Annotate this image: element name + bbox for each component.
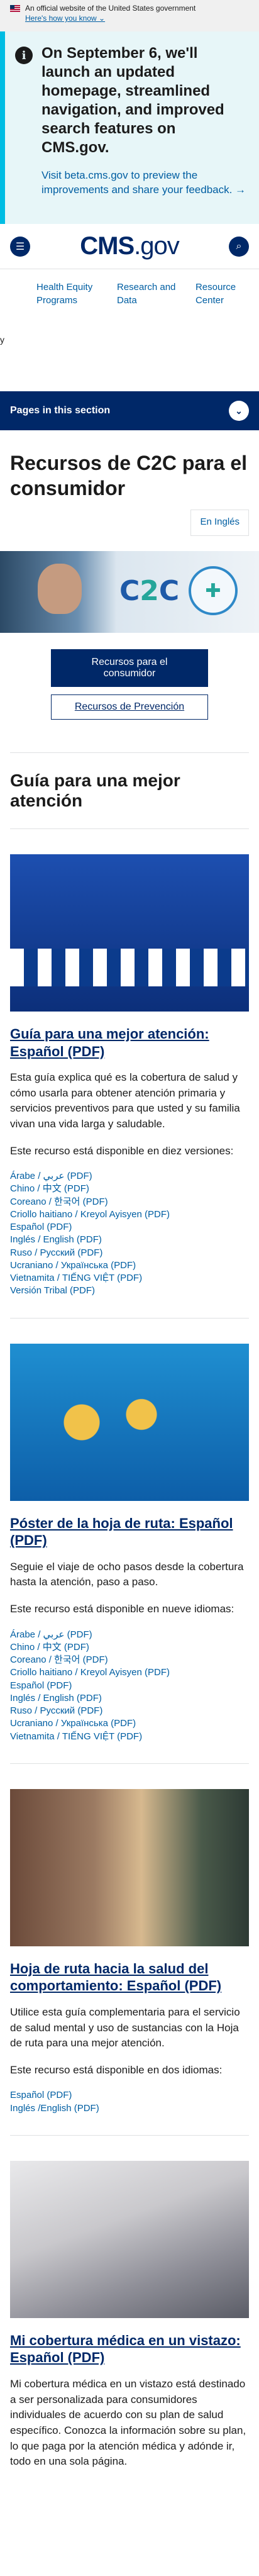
group-conversation-photo — [10, 1788, 249, 1946]
resource-card: Póster de la hoja de ruta: Español (PDF)… — [0, 1319, 259, 1763]
stray-text: y — [0, 335, 4, 345]
card-availability: Este recurso está disponible en diez ver… — [10, 1144, 234, 1157]
logo-suffix: .gov — [134, 232, 180, 260]
resource-card: Guía para una mejor atención: Español (P… — [0, 829, 259, 1318]
pdf-link[interactable]: Inglés /English (PDF) — [10, 2103, 99, 2114]
info-icon: i — [15, 47, 33, 64]
pdf-link[interactable]: Criollo haitiano / Kreyol Ayisyen (PDF) — [10, 1667, 170, 1678]
chevron-down-icon[interactable]: ⌄ — [229, 401, 249, 421]
card-description: Seguie el viaje de ocho pasos desde la c… — [10, 1560, 244, 1588]
pages-label: Pages in this section — [10, 405, 111, 416]
search-icon[interactable]: ⌕ — [229, 236, 249, 257]
pdf-link[interactable]: Inglés / English (PDF) — [10, 1693, 102, 1703]
card-title-link[interactable]: Hoja de ruta hacia la salud del comporta… — [10, 1961, 221, 1994]
cms-logo[interactable]: CMS.gov — [80, 232, 179, 260]
pdf-link[interactable]: Chino / 中文 (PDF) — [10, 1642, 89, 1653]
pages-in-section-bar[interactable]: Pages in this section ⌄ — [0, 391, 259, 430]
nav-research-data[interactable]: Research and Data — [117, 281, 178, 335]
pdf-link[interactable]: Coreano / 한국어 (PDF) — [10, 1654, 108, 1665]
hero-banner: C2C ✚ — [0, 551, 259, 633]
pdf-link[interactable]: Ruso / Русский (PDF) — [10, 1247, 102, 1258]
us-flag-icon — [10, 4, 20, 12]
primary-nav: Health Equity Programs Research and Data… — [0, 269, 259, 335]
woman-reading-photo — [10, 2160, 249, 2318]
pdf-link[interactable]: Criollo haitiano / Kreyol Ayisyen (PDF) — [10, 1209, 170, 1220]
pdf-link[interactable]: Coreano / 한국어 (PDF) — [10, 1196, 108, 1207]
alert-heading: On September 6, we'll launch an updated … — [41, 45, 224, 156]
logo-main: CMS — [80, 232, 135, 260]
pdf-link[interactable]: Versión Tribal (PDF) — [10, 1285, 95, 1296]
prevention-resources-button[interactable]: Recursos de Prevención — [51, 694, 208, 720]
nav-health-equity[interactable]: Health Equity Programs — [36, 281, 99, 335]
c2c-logo: C2C — [119, 575, 180, 607]
nav-resource-center[interactable]: Resource Center — [196, 281, 249, 335]
resource-card: Hoja de ruta hacia la salud del comporta… — [0, 1764, 259, 2135]
alert-link[interactable]: Visit beta.cms.gov to preview the improv… — [41, 169, 246, 196]
card-availability: Este recurso está disponible en nueve id… — [10, 1602, 234, 1615]
card-description: Esta guía explica qué es la cobertura de… — [10, 1071, 240, 1130]
pdf-link[interactable]: Ucraniano / Українська (PDF) — [10, 1260, 136, 1271]
pdf-link[interactable]: Español (PDF) — [10, 1680, 72, 1691]
pdf-link[interactable]: Español (PDF) — [10, 2090, 72, 2100]
menu-icon[interactable]: ☰ — [10, 236, 30, 257]
consumer-resources-button[interactable]: Recursos para el consumidor — [51, 649, 208, 687]
card-title-link[interactable]: Guía para una mejor atención: Español (P… — [10, 1026, 209, 1059]
pdf-link[interactable]: Árabe / عربي (PDF) — [10, 1629, 92, 1640]
english-version-button[interactable]: En Inglés — [190, 510, 249, 536]
pdf-link[interactable]: Chino / 中文 (PDF) — [10, 1183, 89, 1194]
section-title: Guía para una mejor atención — [10, 771, 180, 810]
pdf-link[interactable]: Árabe / عربي (PDF) — [10, 1171, 92, 1181]
roadmap-illustration — [10, 1343, 249, 1501]
card-title-link[interactable]: Póster de la hoja de ruta: Español (PDF) — [10, 1515, 233, 1549]
pdf-link[interactable]: Inglés / English (PDF) — [10, 1234, 102, 1245]
pdf-link[interactable]: Ucraniano / Українська (PDF) — [10, 1718, 136, 1729]
resource-card: Mi cobertura médica en un vistazo: Españ… — [0, 2136, 259, 2501]
card-title-link[interactable]: Mi cobertura médica en un vistazo: Españ… — [10, 2333, 241, 2366]
page-title: Recursos de C2C para el consumidor — [10, 452, 248, 499]
crosswalk-illustration — [10, 854, 249, 1012]
card-description: Utilice esta guía complementaria para el… — [10, 2005, 240, 2049]
gov-banner: An official website of the United States… — [0, 0, 259, 31]
site-alert: i On September 6, we'll launch an update… — [0, 31, 259, 224]
plus-icon: ✚ — [189, 566, 238, 615]
card-availability: Este recurso está disponible en dos idio… — [10, 2063, 223, 2076]
pdf-link[interactable]: Español (PDF) — [10, 1222, 72, 1232]
pdf-link[interactable]: Vietnamita / TIẾNG VIỆT (PDF) — [10, 1273, 142, 1283]
gov-banner-text: An official website of the United States… — [25, 4, 196, 13]
pdf-link[interactable]: Vietnamita / TIẾNG VIỆT (PDF) — [10, 1731, 142, 1742]
hero-person-image — [38, 564, 82, 614]
site-header: ☰ CMS.gov ⌕ — [0, 224, 259, 269]
pdf-link[interactable]: Ruso / Русский (PDF) — [10, 1705, 102, 1716]
card-description: Mi cobertura médica en un vistazo está d… — [10, 2377, 246, 2468]
how-you-know-link[interactable]: Here's how you know ⌄ — [25, 14, 105, 23]
